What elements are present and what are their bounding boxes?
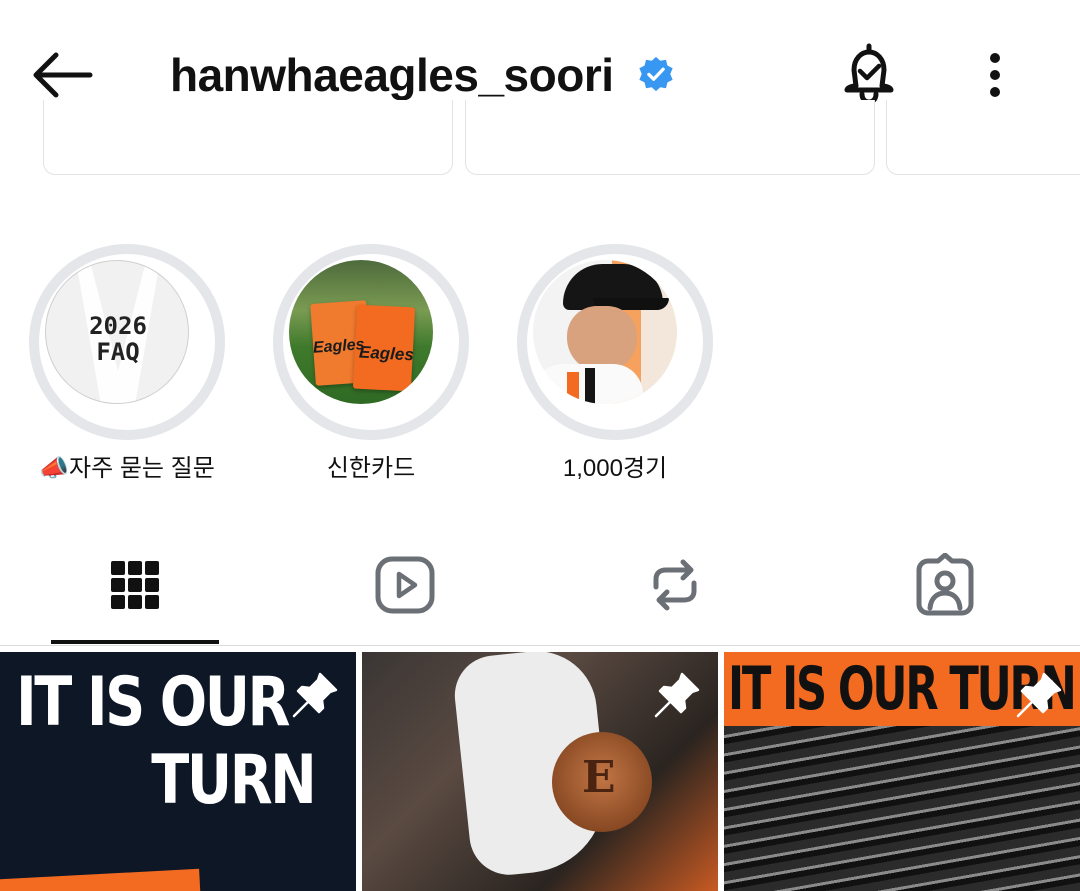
reposts-icon: [653, 559, 697, 611]
post-headline-line1: IT IS OUR: [16, 663, 290, 742]
verified-badge-icon: [639, 56, 673, 92]
highlight-ring[interactable]: 2026 FAQ: [29, 244, 225, 440]
info-card[interactable]: [886, 100, 1080, 175]
tab-tagged[interactable]: [810, 545, 1080, 645]
pin-icon: [654, 672, 700, 718]
reels-icon: [375, 556, 435, 614]
pin-icon: [1016, 672, 1062, 718]
back-arrow-icon[interactable]: [28, 45, 98, 105]
profile-username: hanwhaeagles_soori: [170, 49, 614, 101]
highlight-label: 📣자주 묻는 질문: [39, 455, 215, 482]
orange-stripe: [0, 868, 201, 891]
highlight-shinhan-card[interactable]: Eagles Eagles 신한카드: [273, 244, 469, 482]
post-thumbnail[interactable]: E: [362, 652, 718, 891]
highlight-label: 신한카드: [326, 455, 416, 482]
card-logo-text: Eagles: [312, 336, 366, 357]
bell-check-icon[interactable]: [838, 42, 900, 106]
highlight-cover-image: Eagles Eagles: [289, 260, 433, 404]
post-headline: IT IS OUR TURN: [16, 663, 317, 820]
post-headline-line2: TURN: [151, 741, 317, 820]
highlight-ring[interactable]: [517, 244, 713, 440]
tab-reposts[interactable]: [540, 545, 810, 645]
tagged-icon: [916, 553, 974, 616]
post-thumbnail[interactable]: IT IS OUR TURN: [0, 652, 356, 891]
post-thumbnail[interactable]: IT IS OUR TURN: [724, 652, 1080, 891]
highlight-1000-games[interactable]: 1,000경기: [517, 244, 713, 482]
stadium-seats-image: [724, 726, 1080, 891]
pin-icon: [292, 672, 338, 718]
profile-tabs: [0, 545, 1080, 646]
player-face: [567, 306, 637, 372]
highlight-cover-image: 2026 FAQ: [45, 260, 189, 404]
more-vertical-icon[interactable]: [980, 50, 1010, 100]
info-card[interactable]: [43, 100, 453, 175]
card-logo-text: Eagles: [358, 342, 415, 365]
faq-cover-year: 2026: [89, 312, 147, 340]
highlight-ring[interactable]: Eagles Eagles: [273, 244, 469, 440]
tab-posts-grid[interactable]: [0, 545, 270, 645]
highlight-cover-image: [533, 260, 677, 404]
grid-icon: [111, 561, 159, 609]
highlight-label: 1,000경기: [562, 455, 668, 482]
highlight-faq[interactable]: 2026 FAQ 📣자주 묻는 질문: [29, 244, 225, 482]
tab-selected-indicator: [51, 640, 219, 644]
info-card[interactable]: [465, 100, 875, 175]
bat-logo: E: [582, 752, 616, 803]
faq-cover-title: FAQ: [96, 338, 140, 366]
tab-reels[interactable]: [270, 545, 540, 645]
